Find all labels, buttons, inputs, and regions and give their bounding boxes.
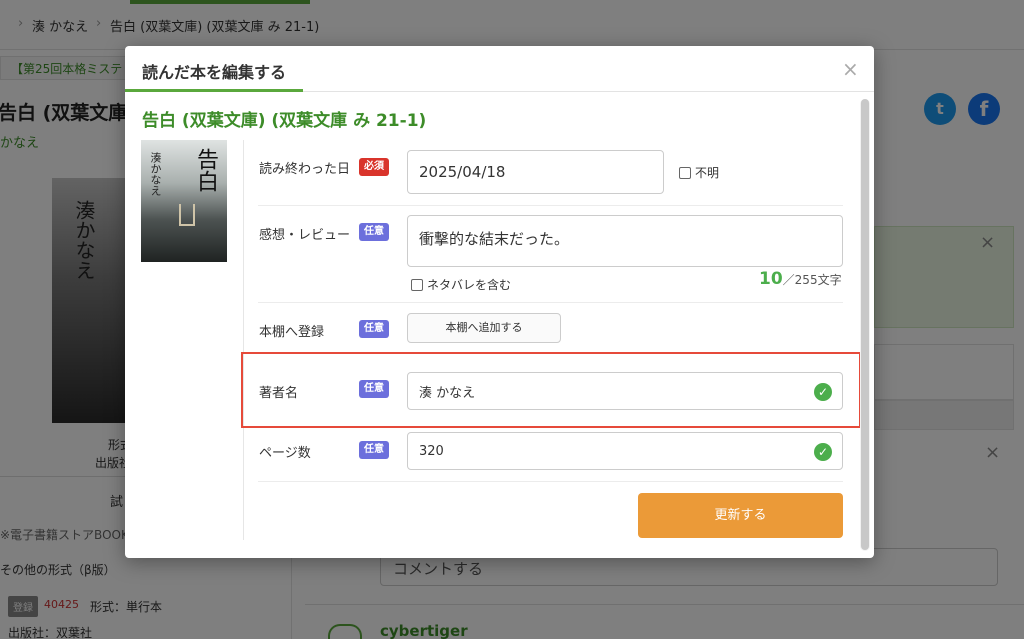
cover-author: 湊かなえ [149, 152, 162, 196]
row-divider [258, 302, 843, 303]
modal-title: 読んだ本を編集する [142, 63, 287, 82]
finish-date-label: 読み終わった日 [259, 162, 351, 177]
checkbox-box[interactable] [679, 166, 691, 179]
cover-chair-illustration [179, 204, 195, 226]
shelf-label: 本棚へ登録 [259, 325, 325, 340]
optional-badge: 任意 [359, 223, 389, 241]
unknown-date-label: 不明 [695, 166, 720, 180]
edit-read-book-modal: 読んだ本を編集する × 告白 (双葉文庫) (双葉文庫 み 21-1) 告白 湊… [125, 46, 874, 558]
required-badge: 必須 [359, 158, 389, 176]
finish-date-input[interactable]: 2025/04/18 [407, 150, 664, 194]
author-row-highlight [241, 352, 861, 428]
modal-close-icon[interactable]: × [842, 57, 859, 81]
book-title-link[interactable]: 告白 (双葉文庫) (双葉文庫 み 21-1) [142, 106, 426, 131]
row-divider [258, 481, 843, 482]
pages-label: ページ数 [259, 446, 311, 461]
optional-badge: 任意 [359, 320, 389, 338]
modal-header: 読んだ本を編集する × [125, 46, 874, 92]
review-char-counter: 10／255文字 [759, 269, 842, 289]
form-divider [243, 140, 244, 540]
cover-title: 告白 [193, 148, 218, 192]
add-to-shelf-button[interactable]: 本棚へ追加する [407, 313, 561, 343]
row-divider [258, 205, 843, 206]
review-textarea[interactable]: 衝撃的な結末だった。 [407, 215, 843, 267]
pages-input[interactable]: 320 [407, 432, 843, 470]
spoiler-label: ネタバレを含む [427, 278, 512, 292]
valid-check-icon: ✓ [814, 443, 832, 461]
optional-badge: 任意 [359, 441, 389, 459]
char-limit: ／255文字 [782, 273, 842, 287]
book-cover-image: 告白 湊かなえ [141, 140, 227, 262]
unknown-date-checkbox[interactable]: 不明 [679, 164, 719, 181]
spoiler-checkbox[interactable]: ネタバレを含む [411, 276, 511, 293]
char-count: 10 [759, 269, 783, 289]
review-label: 感想・レビュー [259, 228, 351, 243]
modal-scrollbar-thumb[interactable] [861, 99, 869, 550]
modal-title-underline [125, 89, 303, 92]
update-button[interactable]: 更新する [638, 493, 843, 538]
checkbox-box[interactable] [411, 278, 423, 291]
